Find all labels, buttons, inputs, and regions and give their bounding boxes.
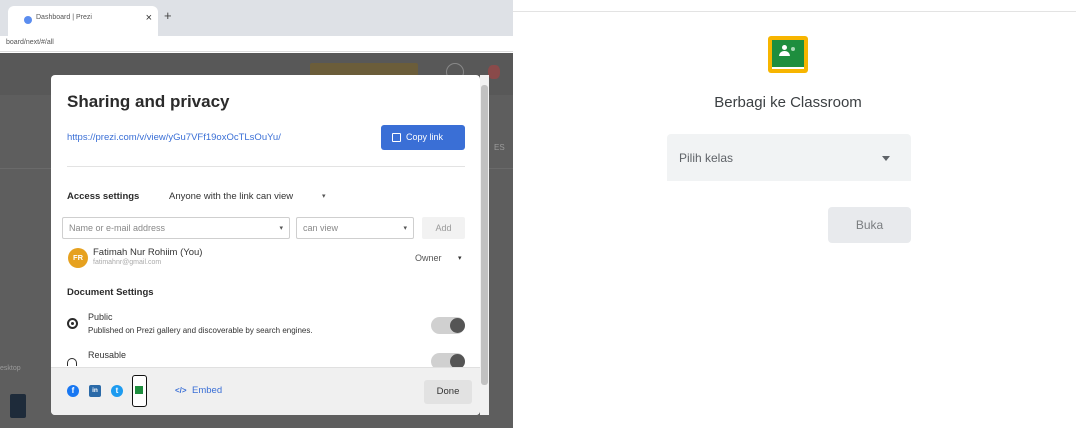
browser-window: Dashboard | Prezi × + board/next/#/all E… [0,0,513,428]
screenshot-root: Dashboard | Prezi × + board/next/#/all E… [0,0,1076,428]
reusable-icon [67,358,77,366]
class-select[interactable]: Pilih kelas [667,134,911,181]
open-button[interactable]: Buka [828,207,911,243]
copy-link-button[interactable]: Copy link [381,125,465,150]
user-name: Fatimah Nur Rohiim (You) [93,247,203,258]
public-label: Public [88,312,113,322]
public-description: Published on Prezi gallery and discovera… [88,326,313,335]
person-head [782,45,787,50]
role-dropdown[interactable]: Owner [415,253,442,263]
done-button[interactable]: Done [424,380,472,404]
twitter-icon[interactable]: t [111,385,123,397]
chevron-down-icon: ▾ [279,225,283,232]
document-settings-heading: Document Settings [67,287,154,298]
share-link[interactable]: https://prezi.com/v/view/yGu7VFf19oxOcTL… [67,132,281,143]
classroom-share-panel: Berbagi ke Classroom Pilih kelas Buka [513,0,1076,428]
sidebar-text: esktop [0,365,21,372]
close-tab-icon[interactable]: × [146,12,152,24]
class-select-placeholder: Pilih kelas [679,151,734,165]
sharing-privacy-dialog: Sharing and privacy https://prezi.com/v/… [51,75,480,415]
code-icon[interactable]: </> [175,386,187,395]
chevron-down-icon: ▾ [403,225,407,232]
address-bar-url: board/next/#/all [6,39,54,46]
copy-icon [392,133,401,142]
scrollbar-thumb[interactable] [481,85,488,385]
reusable-label: Reusable [88,350,127,360]
scrollbar[interactable] [480,75,489,415]
toggle-knob [450,318,465,333]
address-bar[interactable]: board/next/#/all [0,36,513,52]
background-text: ES [494,143,505,152]
name-email-input[interactable]: Name or e-mail address ▾ [62,217,290,239]
profile-icon [488,65,500,79]
google-classroom-logo-icon [768,36,808,73]
dropdown-arrow-icon [882,156,890,161]
classroom-title: Berbagi ke Classroom [714,94,862,111]
chevron-down-icon[interactable]: ▾ [322,192,326,200]
add-button[interactable]: Add [422,217,465,239]
permission-value: can view [303,223,339,233]
person-body [779,51,790,56]
browser-tab[interactable]: Dashboard | Prezi × [8,6,158,36]
access-settings-dropdown[interactable]: Anyone with the link can view [169,191,293,202]
google-classroom-icon[interactable] [132,375,147,407]
access-settings-label: Access settings [67,191,140,202]
sidebar-button [10,394,26,418]
embed-link[interactable]: Embed [192,385,222,396]
permission-select[interactable]: can view ▾ [296,217,414,239]
new-tab-button[interactable]: + [164,8,172,23]
copy-link-label: Copy link [406,132,444,142]
board-tray [772,67,804,69]
divider [67,166,465,167]
browser-tab-bar: Dashboard | Prezi × + [0,0,513,36]
avatar: FR [68,248,88,268]
chevron-down-icon[interactable]: ▾ [458,254,462,262]
browser-tab-title: Dashboard | Prezi [36,14,92,21]
dialog-title: Sharing and privacy [67,92,230,111]
public-toggle[interactable] [431,317,465,334]
classroom-square [135,386,143,394]
name-email-placeholder: Name or e-mail address [69,223,166,233]
prezi-favicon-icon [24,16,32,24]
linkedin-icon[interactable]: in [89,385,101,397]
dialog-footer: f in t </> Embed Done [51,367,480,415]
user-email: fatimahnr@gmail.com [93,259,162,266]
divider [513,11,1076,12]
person-secondary [791,47,795,51]
facebook-icon[interactable]: f [67,385,79,397]
globe-icon [67,318,78,329]
